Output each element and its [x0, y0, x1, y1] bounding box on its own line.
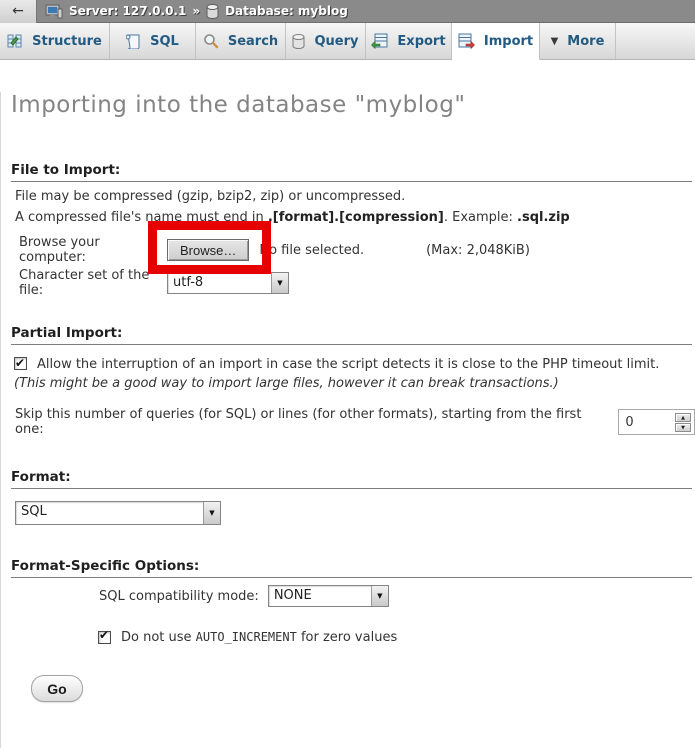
select-arrow-icon[interactable]: ▼	[371, 586, 388, 606]
format-select[interactable]: SQL ▼	[15, 501, 221, 525]
tab-search[interactable]: Search	[196, 23, 286, 59]
tabbar-filler	[616, 23, 695, 59]
tab-sql[interactable]: SQL	[110, 23, 196, 59]
breadcrumb: Server: 127.0.0.1 » Database: myblog	[45, 4, 348, 19]
tab-label: Search	[228, 34, 278, 49]
tab-label: More	[567, 34, 604, 49]
main-content: Importing into the database "myblog" Fil…	[0, 92, 695, 748]
tab-query[interactable]: Query	[286, 23, 366, 59]
skip-queries-input[interactable]: 0 ▲ ▼	[618, 409, 695, 435]
select-arrow-icon[interactable]: ▼	[203, 502, 220, 524]
import-icon	[458, 33, 475, 49]
query-icon	[292, 34, 305, 49]
tab-label: Import	[484, 34, 533, 49]
tab-label: Export	[397, 34, 445, 49]
checkmark-icon: ✔	[15, 354, 25, 373]
info-line2-format: .[format].[compression]	[268, 210, 444, 225]
tab-label: Query	[314, 34, 358, 49]
sql-compat-select-value: NONE	[269, 586, 371, 606]
charset-row: Character set of the file: utf-8 ▼	[19, 271, 695, 295]
skip-queries-value: 0	[622, 415, 633, 430]
server-info-bar: ← Server: 127.0.0.1 » Database: myblog	[0, 0, 695, 23]
tab-more[interactable]: ▼ More	[540, 23, 616, 59]
tab-label: Structure	[32, 34, 102, 49]
search-icon	[203, 33, 219, 49]
autoinc-row: ✔ Do not use AUTO_INCREMENT for zero val…	[98, 630, 695, 645]
browse-label: Browse your computer:	[19, 235, 167, 265]
section-heading-file-to-import: File to Import:	[11, 162, 692, 182]
file-import-info: File may be compressed (gzip, bzip2, zip…	[15, 186, 695, 228]
charset-label: Character set of the file:	[19, 268, 167, 298]
checkmark-icon: ✔	[99, 628, 109, 642]
no-file-selected-text: No file selected.	[259, 243, 364, 258]
tab-bar: Structure SQL Search Query Export	[0, 23, 695, 60]
charset-select[interactable]: utf-8 ▼	[167, 272, 289, 294]
info-line2-mid: . Example:	[444, 210, 517, 225]
browse-button[interactable]: Browse…	[167, 239, 249, 261]
tab-label: SQL	[150, 34, 179, 49]
format-select-value: SQL	[16, 502, 203, 524]
breadcrumb-database[interactable]: Database: myblog	[225, 4, 348, 18]
breadcrumb-separator: »	[192, 4, 200, 18]
allow-interrupt-note: (This might be a good way to import larg…	[14, 376, 559, 391]
sql-compat-row: SQL compatibility mode: NONE ▼	[99, 584, 695, 608]
back-arrow-icon: ←	[12, 3, 24, 19]
structure-icon	[7, 33, 23, 49]
allow-interrupt-checkbox[interactable]: ✔	[14, 357, 27, 370]
spin-down-button[interactable]: ▼	[675, 423, 691, 432]
allow-interrupt-row: ✔ Allow the interruption of an import in …	[14, 355, 681, 393]
export-icon	[371, 33, 388, 49]
sql-icon	[126, 33, 141, 49]
go-button[interactable]: Go	[31, 675, 83, 702]
info-line1: File may be compressed (gzip, bzip2, zip…	[15, 189, 405, 204]
autoinc-checkbox[interactable]: ✔	[98, 631, 111, 644]
sql-compat-label: SQL compatibility mode:	[99, 589, 259, 604]
allow-interrupt-label: Allow the interruption of an import in c…	[37, 357, 659, 372]
breadcrumb-server[interactable]: Server: 127.0.0.1	[69, 4, 186, 18]
autoinc-label: Do not use AUTO_INCREMENT for zero value…	[121, 630, 397, 645]
charset-select-value: utf-8	[168, 273, 271, 293]
select-arrow-icon[interactable]: ▼	[271, 273, 288, 293]
server-icon	[45, 4, 63, 19]
page-title: Importing into the database "myblog"	[11, 92, 695, 118]
max-upload-size: (Max: 2,048KiB)	[426, 243, 530, 258]
sql-compat-select[interactable]: NONE ▼	[268, 585, 389, 607]
spin-buttons: ▲ ▼	[675, 413, 691, 432]
spin-up-button[interactable]: ▲	[675, 413, 691, 422]
info-line2-prefix: A compressed file's name must end in	[15, 210, 268, 225]
tab-structure[interactable]: Structure	[0, 23, 110, 59]
chevron-down-icon: ▼	[551, 36, 559, 47]
skip-queries-row: Skip this number of queries (for SQL) or…	[15, 407, 695, 437]
browse-row: Browse your computer: Browse… No file se…	[19, 238, 695, 262]
section-heading-format: Format:	[11, 469, 692, 489]
tab-import[interactable]: Import	[452, 23, 540, 60]
skip-queries-label: Skip this number of queries (for SQL) or…	[15, 407, 602, 437]
section-heading-format-specific: Format-Specific Options:	[11, 558, 692, 578]
back-button[interactable]: ←	[0, 0, 37, 23]
autoinc-code: AUTO_INCREMENT	[196, 630, 297, 644]
info-line2-example: .sql.zip	[517, 210, 570, 225]
section-heading-partial-import: Partial Import:	[11, 325, 692, 345]
database-icon	[206, 4, 219, 19]
tab-export[interactable]: Export	[366, 23, 452, 59]
